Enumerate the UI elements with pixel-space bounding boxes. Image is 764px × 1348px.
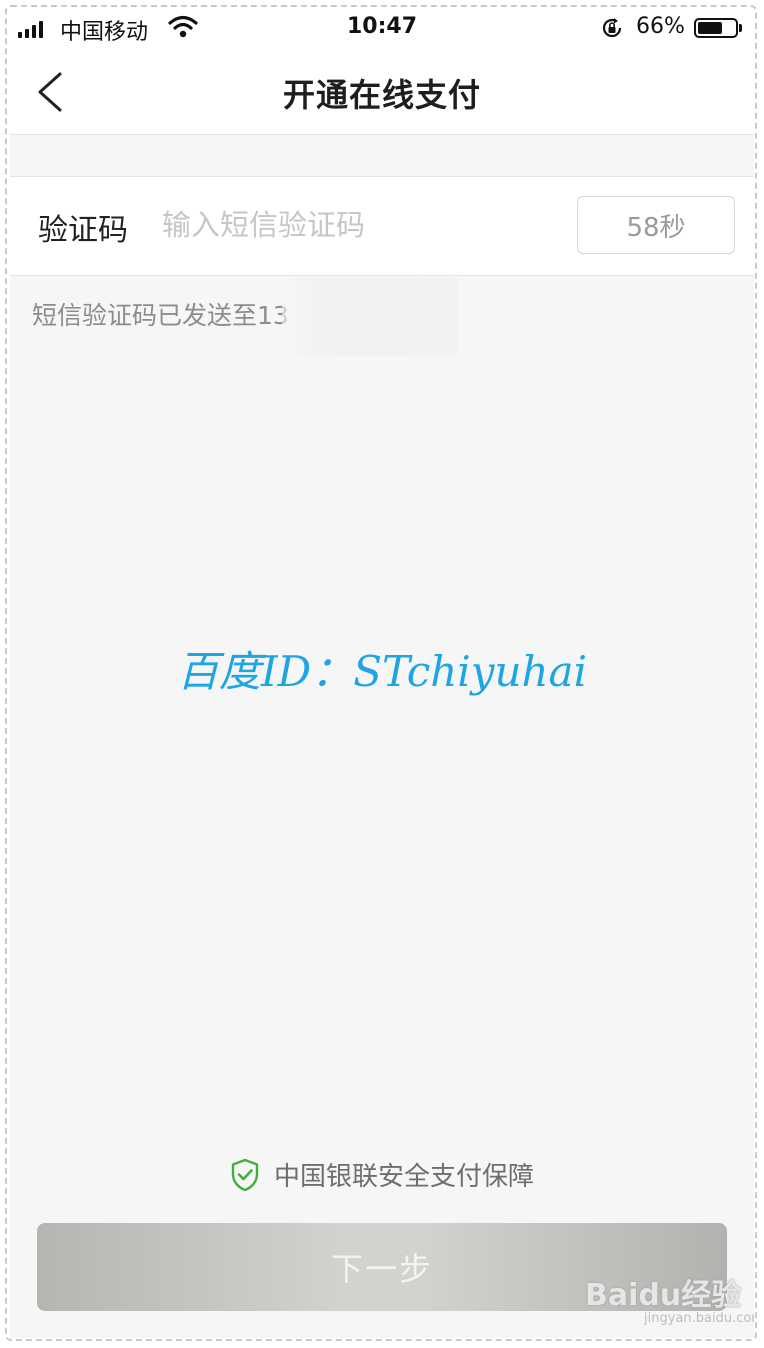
redacted-phone-number xyxy=(282,278,458,356)
code-label: 验证码 xyxy=(38,213,128,248)
rotation-lock-icon xyxy=(602,18,622,38)
battery-tip xyxy=(739,24,742,32)
brand-url: jingyan.baidu.com xyxy=(644,1311,754,1326)
watermark-text: 百度ID：STchiyuhai xyxy=(176,647,588,696)
verification-code-row: 验证码 58秒 xyxy=(10,176,754,276)
page-title: 开通在线支付 xyxy=(282,76,481,114)
sms-sent-note: 短信验证码已发送至13 xyxy=(32,301,289,330)
phone-screen: 中国移动 10:47 66% 开通在线支付 验证码 58秒 短信验证码已发送至1… xyxy=(10,8,754,1338)
status-bar: 中国移动 10:47 66% xyxy=(10,8,754,48)
security-notice: 中国银联安全支付保障 xyxy=(10,1156,754,1193)
shield-check-icon xyxy=(231,1158,259,1191)
security-text: 中国银联安全支付保障 xyxy=(273,1162,534,1192)
battery-fill xyxy=(698,22,722,34)
verification-code-input[interactable] xyxy=(162,199,562,251)
baidu-jingyan-logo: Baidu经验 xyxy=(585,1278,742,1313)
battery-icon xyxy=(694,18,738,38)
battery-percent: 66% xyxy=(636,14,685,39)
nav-bar: 开通在线支付 xyxy=(10,48,754,135)
resend-countdown-button[interactable]: 58秒 xyxy=(577,196,735,254)
